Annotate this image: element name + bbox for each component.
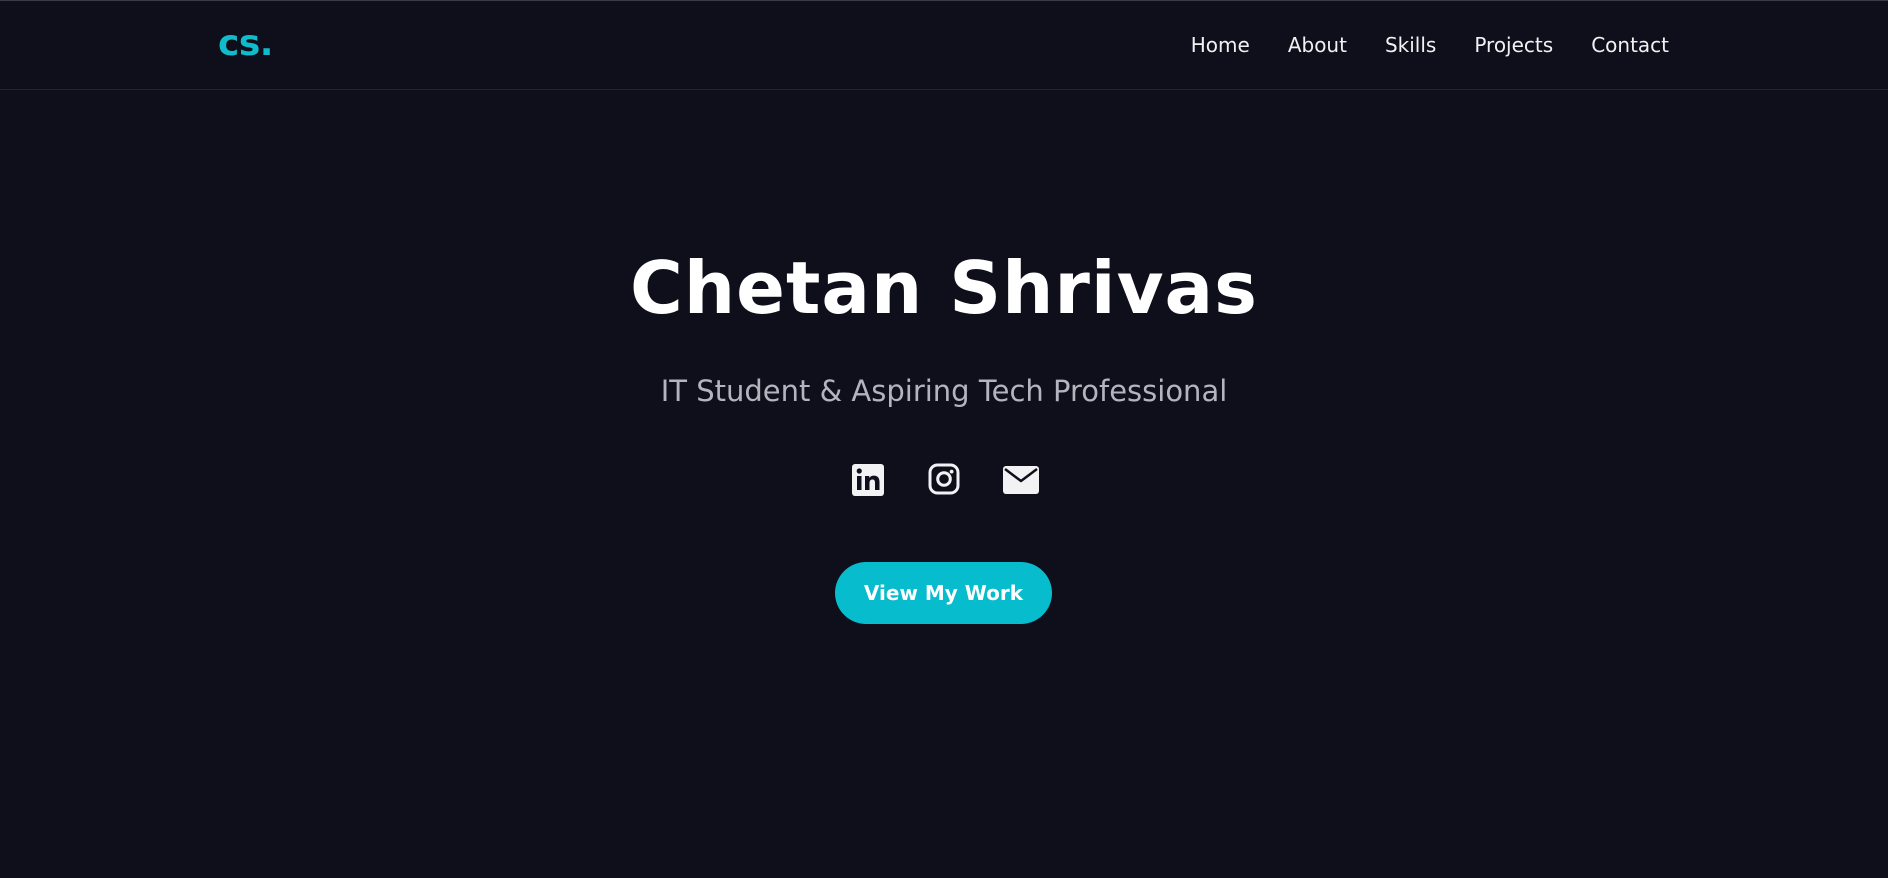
portfolio-page: cs. Home About Skills Projects Contact C…: [0, 0, 1888, 878]
hero-name: Chetan Shrivas: [630, 246, 1258, 330]
social-links: [0, 463, 1888, 497]
navbar: cs. Home About Skills Projects Contact: [0, 1, 1888, 90]
view-my-work-button[interactable]: View My Work: [835, 562, 1052, 624]
nav-link-contact[interactable]: Contact: [1591, 33, 1669, 57]
email-link[interactable]: [1002, 463, 1039, 497]
instagram-icon: [926, 463, 962, 497]
nav-link-about[interactable]: About: [1288, 33, 1347, 57]
logo[interactable]: cs.: [218, 22, 273, 66]
linkedin-link[interactable]: [850, 463, 886, 497]
nav-links: Home About Skills Projects Contact: [1191, 31, 1669, 59]
nav-link-skills[interactable]: Skills: [1385, 33, 1436, 57]
nav-link-home[interactable]: Home: [1191, 33, 1250, 57]
hero-tagline: IT Student & Aspiring Tech Professional: [660, 374, 1228, 408]
linkedin-icon: [850, 463, 886, 497]
instagram-link[interactable]: [926, 463, 962, 497]
mail-icon: [1002, 463, 1039, 497]
hero-section: Chetan Shrivas IT Student & Aspiring Tec…: [0, 90, 1888, 878]
nav-link-projects[interactable]: Projects: [1474, 33, 1553, 57]
